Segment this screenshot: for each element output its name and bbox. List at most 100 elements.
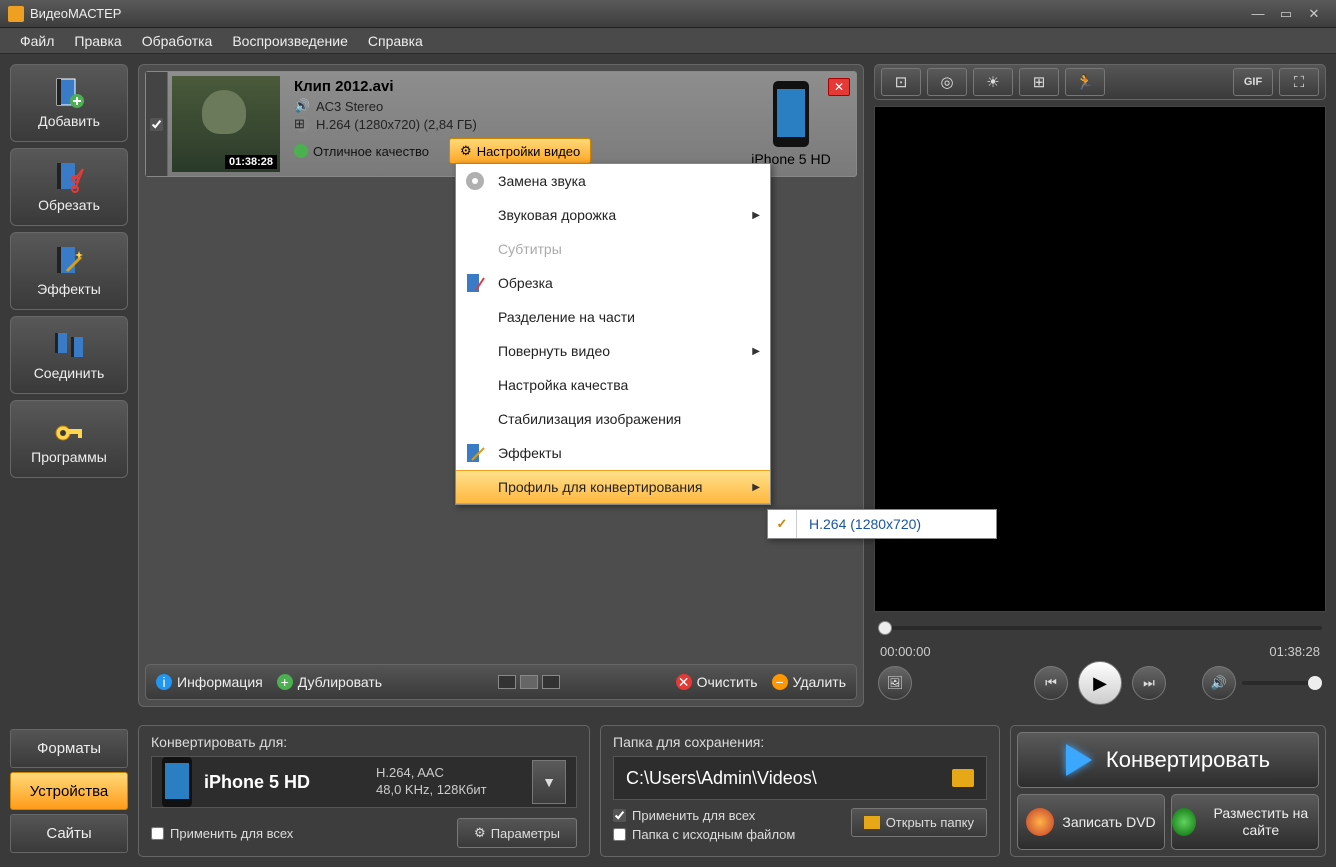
brightness-tool-button[interactable]: ☀ bbox=[973, 68, 1013, 96]
playback-controls: 🖼 ⏮ ▶ ⏭ 🔊 bbox=[874, 659, 1326, 707]
menu-edit[interactable]: Правка bbox=[64, 30, 131, 52]
enhance-tool-button[interactable]: ◎ bbox=[927, 68, 967, 96]
sidebar-programs-label: Программы bbox=[31, 449, 107, 465]
sidebar-trim-button[interactable]: Обрезать bbox=[10, 148, 128, 226]
quality-text: Отличное качество bbox=[313, 144, 429, 159]
view-mode-toggle[interactable] bbox=[498, 675, 560, 689]
quality-dot-icon bbox=[294, 144, 308, 158]
film-wand-icon bbox=[53, 245, 85, 277]
volume-slider[interactable] bbox=[1242, 681, 1322, 685]
convert-arrow-icon bbox=[1066, 744, 1092, 776]
sidebar-effects-label: Эффекты bbox=[37, 281, 101, 297]
sidebar-effects-button[interactable]: Эффекты bbox=[10, 232, 128, 310]
publish-label: Разместить на сайте bbox=[1204, 805, 1318, 839]
volume-thumb[interactable] bbox=[1308, 676, 1322, 690]
mute-button[interactable]: 🔊 bbox=[1202, 666, 1236, 700]
folder-icon[interactable] bbox=[952, 769, 974, 787]
burn-dvd-label: Записать DVD bbox=[1062, 814, 1155, 831]
delete-button[interactable]: −Удалить bbox=[772, 674, 846, 690]
clip-checkbox-cell bbox=[146, 72, 168, 176]
view-compact-icon[interactable] bbox=[520, 675, 538, 689]
fullscreen-button[interactable]: ⛶ bbox=[1279, 68, 1319, 96]
speed-tool-button[interactable]: 🏃 bbox=[1065, 68, 1105, 96]
profile-details: H.264, AAC 48,0 KHz, 128Кбит bbox=[376, 765, 520, 799]
crop-tool-button[interactable]: ⊡ bbox=[881, 68, 921, 96]
sidebar-add-button[interactable]: Добавить bbox=[10, 64, 128, 142]
ctx-subtitles: Субтитры bbox=[456, 232, 770, 266]
clip-duration-badge: 01:38:28 bbox=[225, 155, 277, 169]
menu-processing[interactable]: Обработка bbox=[132, 30, 223, 52]
video-settings-label: Настройки видео bbox=[477, 144, 581, 159]
clip-checkbox[interactable] bbox=[150, 118, 163, 131]
params-button[interactable]: ⚙Параметры bbox=[457, 818, 577, 848]
sidebar-join-button[interactable]: Соединить bbox=[10, 316, 128, 394]
same-folder-checkbox[interactable] bbox=[613, 828, 626, 841]
minimize-button[interactable]: — bbox=[1244, 6, 1272, 21]
sidebar: Добавить Обрезать Эффекты Соединить Прог… bbox=[10, 64, 128, 707]
ctx-profile[interactable]: Профиль для конвертирования▶ bbox=[456, 470, 770, 504]
ctx-replace-audio[interactable]: Замена звука bbox=[456, 164, 770, 198]
clear-button[interactable]: ✕Очистить bbox=[676, 674, 758, 690]
output-path[interactable]: C:\Users\Admin\Videos\ bbox=[613, 756, 987, 800]
clip-list-panel: 01:38:28 Клип 2012.avi 🔊AC3 Stereo ⊞H.26… bbox=[138, 64, 864, 707]
play-button[interactable]: ▶ bbox=[1078, 661, 1122, 705]
ctx-split[interactable]: Разделение на части bbox=[456, 300, 770, 334]
menu-help[interactable]: Справка bbox=[358, 30, 433, 52]
menubar: Файл Правка Обработка Воспроизведение Сп… bbox=[0, 28, 1336, 54]
frame-tool-button[interactable]: ⊞ bbox=[1019, 68, 1059, 96]
next-button[interactable]: ⏭ bbox=[1132, 666, 1166, 700]
seek-thumb[interactable] bbox=[878, 621, 892, 635]
clip-row[interactable]: 01:38:28 Клип 2012.avi 🔊AC3 Stereo ⊞H.26… bbox=[145, 71, 857, 177]
convert-for-panel: Конвертировать для: iPhone 5 HD H.264, A… bbox=[138, 725, 590, 857]
phone-icon bbox=[773, 81, 809, 147]
chevron-right-icon: ▶ bbox=[752, 346, 760, 357]
video-settings-button[interactable]: ⚙Настройки видео bbox=[449, 138, 591, 164]
submenu-check-icon: ✓ bbox=[768, 516, 796, 532]
same-folder-label: Папка с исходным файлом bbox=[632, 827, 795, 842]
clip-info: Клип 2012.avi 🔊AC3 Stereo ⊞H.264 (1280x7… bbox=[284, 72, 726, 176]
profile-selector[interactable]: iPhone 5 HD H.264, AAC 48,0 KHz, 128Кбит… bbox=[151, 756, 577, 808]
tab-devices[interactable]: Устройства bbox=[10, 772, 128, 811]
info-button[interactable]: iИнформация bbox=[156, 674, 263, 690]
menu-playback[interactable]: Воспроизведение bbox=[222, 30, 358, 52]
seek-bar[interactable] bbox=[878, 618, 1322, 638]
ctx-quality[interactable]: Настройка качества bbox=[456, 368, 770, 402]
folder-apply-all-checkbox[interactable] bbox=[613, 809, 626, 822]
ctx-rotate[interactable]: Повернуть видео▶ bbox=[456, 334, 770, 368]
app-title: ВидеоМАСТЕР bbox=[30, 6, 1244, 21]
menu-file[interactable]: Файл bbox=[10, 30, 64, 52]
quality-badge: Отличное качество bbox=[294, 144, 429, 159]
ctx-audio-track[interactable]: Звуковая дорожка▶ bbox=[456, 198, 770, 232]
globe-icon bbox=[1172, 808, 1196, 836]
snapshot-button[interactable]: 🖼 bbox=[878, 666, 912, 700]
film-add-icon bbox=[53, 77, 85, 109]
burn-dvd-button[interactable]: Записать DVD bbox=[1017, 794, 1165, 850]
volume-control: 🔊 bbox=[1202, 666, 1322, 700]
close-button[interactable]: ✕ bbox=[1300, 6, 1328, 22]
ctx-stabilize[interactable]: Стабилизация изображения bbox=[456, 402, 770, 436]
profile-submenu: ✓ H.264 (1280x720) bbox=[767, 509, 997, 539]
ctx-effects[interactable]: Эффекты bbox=[456, 436, 770, 470]
profile-dropdown-button[interactable]: ▼ bbox=[532, 760, 566, 804]
sidebar-programs-button[interactable]: Программы bbox=[10, 400, 128, 478]
convert-button[interactable]: Конвертировать bbox=[1017, 732, 1319, 788]
duplicate-button[interactable]: +Дублировать bbox=[277, 674, 382, 690]
film-scissors-icon bbox=[53, 161, 85, 193]
sidebar-join-label: Соединить bbox=[34, 365, 105, 381]
tab-formats[interactable]: Форматы bbox=[10, 729, 128, 768]
tab-sites[interactable]: Сайты bbox=[10, 814, 128, 853]
apply-all-checkbox[interactable] bbox=[151, 827, 164, 840]
view-list-icon[interactable] bbox=[498, 675, 516, 689]
maximize-button[interactable]: ▭ bbox=[1272, 6, 1300, 22]
gif-button[interactable]: GIF bbox=[1233, 68, 1273, 96]
prev-button[interactable]: ⏮ bbox=[1034, 666, 1068, 700]
clip-remove-button[interactable]: ✕ bbox=[828, 78, 850, 96]
actions-panel: Конвертировать Записать DVD Разместить н… bbox=[1010, 725, 1326, 857]
view-grid-icon[interactable] bbox=[542, 675, 560, 689]
open-folder-button[interactable]: Открыть папку bbox=[851, 808, 987, 837]
apply-all-label: Применить для всех bbox=[170, 826, 293, 841]
main-area: Добавить Обрезать Эффекты Соединить Прог… bbox=[0, 54, 1336, 717]
ctx-trim[interactable]: Обрезка bbox=[456, 266, 770, 300]
publish-button[interactable]: Разместить на сайте bbox=[1171, 794, 1319, 850]
submenu-profile-item[interactable]: H.264 (1280x720) bbox=[796, 510, 996, 538]
